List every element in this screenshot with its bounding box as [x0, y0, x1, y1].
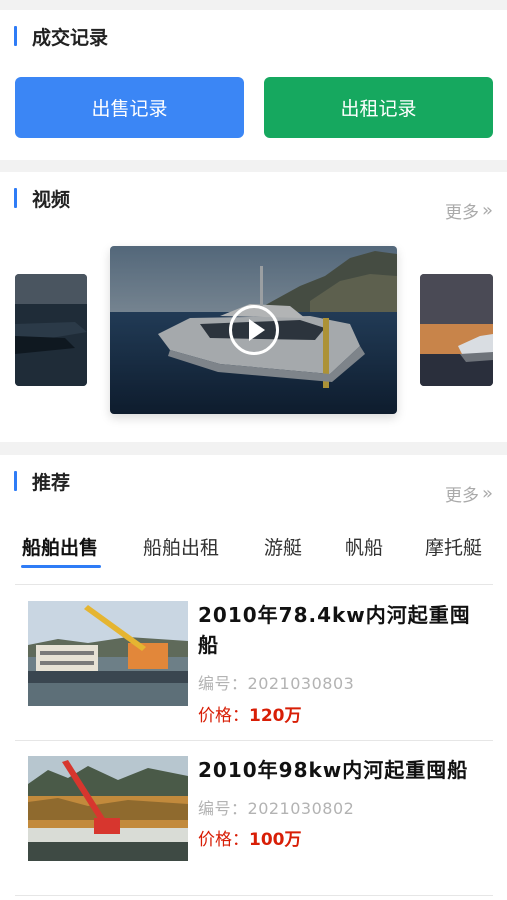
active-tab-indicator	[21, 565, 101, 568]
listing-title: 2010年78.4kw内河起重囤船	[198, 603, 471, 657]
tab-ship-rent[interactable]: 船舶出租	[143, 533, 219, 560]
tab-sailboat[interactable]: 帆船	[345, 533, 383, 560]
listing-price: 价格：100万	[198, 825, 302, 850]
double-chevron-right-icon: »	[481, 200, 493, 221]
price-label: 价格：	[198, 830, 249, 850]
section-title: 推荐	[32, 472, 71, 494]
code-value: 2021030803	[247, 674, 355, 693]
yacht-image	[15, 274, 87, 386]
crane-barge-image	[28, 756, 188, 861]
video-thumbnail-main[interactable]	[110, 246, 397, 414]
section-marker	[14, 188, 17, 208]
rent-records-button[interactable]: 出租记录	[264, 77, 493, 138]
listing-item[interactable]: 2010年78.4kw内河起重囤船 编号：2021030803 价格：120万	[15, 586, 493, 741]
more-label: 更多	[444, 486, 479, 506]
listing-code: 编号：2021030802	[198, 795, 354, 819]
tab-yacht[interactable]: 游艇	[264, 533, 302, 560]
listing-code: 编号：2021030803	[198, 670, 354, 694]
video-more-link[interactable]: 更多 »	[444, 198, 493, 223]
deal-records-section: 成交记录 出售记录 出租记录	[0, 10, 507, 160]
listing-price: 价格：120万	[198, 701, 302, 726]
crane-barge-image	[28, 601, 188, 706]
listing-title: 2010年98kw内河起重囤船	[198, 758, 469, 782]
section-marker	[14, 471, 17, 491]
code-label: 编号：	[198, 799, 248, 818]
video-thumbnail-prev[interactable]	[15, 274, 87, 386]
listing-thumbnail	[28, 601, 188, 706]
play-icon[interactable]	[228, 305, 279, 355]
price-value: 100万	[249, 830, 302, 850]
more-label: 更多	[444, 203, 479, 223]
section-marker	[14, 26, 17, 46]
double-chevron-right-icon: »	[481, 483, 493, 504]
tab-jetski[interactable]: 摩托艇	[425, 533, 482, 560]
sale-records-button[interactable]: 出售记录	[15, 77, 244, 138]
code-value: 2021030802	[247, 799, 355, 818]
price-value: 120万	[249, 706, 302, 726]
video-section: 视频 更多 »	[0, 172, 507, 442]
video-thumbnail-next[interactable]	[420, 274, 493, 386]
listing-thumbnail	[28, 756, 188, 861]
code-label: 编号：	[198, 674, 248, 693]
tab-ship-sale[interactable]: 船舶出售	[22, 533, 98, 560]
recommend-section: 推荐 更多 » 船舶出售 船舶出租 游艇 帆船 摩托艇 2010年78.4kw内…	[0, 455, 507, 900]
list-divider	[15, 895, 493, 896]
section-title: 视频	[32, 189, 71, 211]
recommend-more-link[interactable]: 更多 »	[444, 481, 493, 506]
category-tabs: 船舶出售 船舶出租 游艇 帆船 摩托艇	[15, 527, 493, 585]
listing-item[interactable]: 2010年98kw内河起重囤船 编号：2021030802 价格：100万	[15, 741, 493, 896]
price-label: 价格：	[198, 706, 249, 726]
yacht-image	[420, 274, 493, 386]
section-title: 成交记录	[32, 27, 109, 49]
